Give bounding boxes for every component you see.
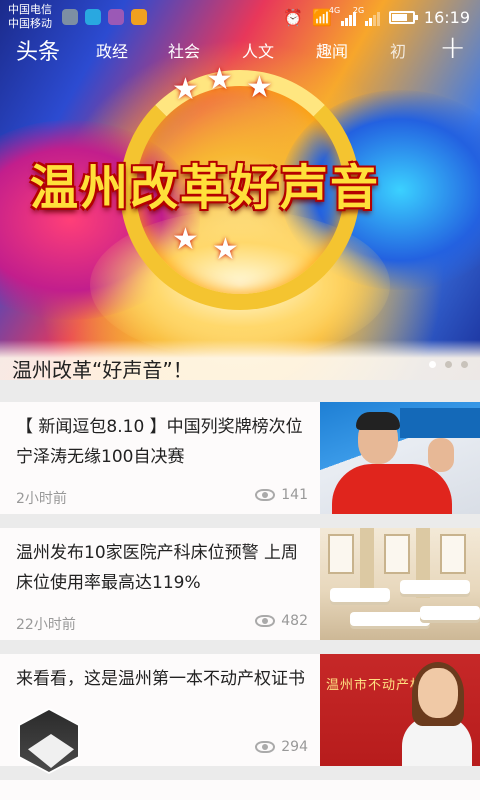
carrier-1: 中国电信 xyxy=(8,3,52,16)
signal-icon: 2G xyxy=(353,6,380,26)
thumb-window xyxy=(440,534,466,574)
carousel-dot xyxy=(445,361,452,368)
star-icon: ★ xyxy=(206,62,233,97)
tab-culture[interactable]: 人文 xyxy=(242,38,274,62)
view-count: 482 xyxy=(255,613,308,629)
view-count-value: 482 xyxy=(281,613,308,629)
thumb-face xyxy=(418,668,458,718)
view-count-value: 294 xyxy=(281,739,308,755)
news-time: 2小时前 xyxy=(16,491,67,507)
status-right: ⏰ 📶 4G 2G 16:19 xyxy=(283,5,470,28)
thumb-banner xyxy=(400,408,480,438)
thumb-bed xyxy=(420,606,480,620)
tab-headlines[interactable]: 头条 xyxy=(16,34,60,66)
news-card[interactable]: 【 新闻逗包8.10 】中国列奖牌榜次位 宁泽涛无缘100自决赛 2小时前 14… xyxy=(0,402,480,514)
eye-icon xyxy=(255,615,276,627)
notification-icons xyxy=(62,9,147,25)
star-icon: ★ xyxy=(212,232,239,267)
notification-app-icon xyxy=(131,9,147,25)
carrier-info: 中国电信 中国移动 xyxy=(8,3,52,31)
cube-icon xyxy=(28,734,74,768)
battery-icon xyxy=(388,11,418,24)
news-title: 温州发布10家医院产科床位预警 上周床位使用率最高达119% xyxy=(16,543,299,593)
thumb-window xyxy=(384,534,410,574)
view-count: 294 xyxy=(255,739,308,755)
eye-icon xyxy=(255,741,276,753)
network-type-2: 2G xyxy=(352,5,365,15)
carousel-indicator xyxy=(429,361,468,368)
carrier-2: 中国移动 xyxy=(8,17,52,30)
view-count-value: 141 xyxy=(281,487,308,503)
news-time: 22小时前 xyxy=(16,617,76,633)
clock: 16:19 xyxy=(423,8,470,27)
carousel-dot xyxy=(461,361,468,368)
thumb-hair xyxy=(356,412,400,430)
notification-app-icon xyxy=(62,9,78,25)
star-icon: ★ xyxy=(246,70,273,105)
thumb-bed xyxy=(330,588,390,602)
news-thumbnail: 温州市不动产权证书 xyxy=(320,654,480,766)
eye-icon xyxy=(255,489,276,501)
status-bar: 中国电信 中国移动 ⏰ 📶 4G 2G 16:19 xyxy=(0,0,480,34)
tab-fun-news[interactable]: 趣闻 xyxy=(316,38,348,62)
carousel-dot xyxy=(429,361,436,368)
notification-app-icon xyxy=(108,9,124,25)
thumb-bed xyxy=(350,612,430,626)
news-card[interactable]: 温州发布10家医院产科床位预警 上周床位使用率最高达119% 22小时前 482 xyxy=(0,528,480,640)
hexagon-icon xyxy=(20,710,78,772)
news-card-partial[interactable] xyxy=(0,780,480,800)
network-type-1: 4G xyxy=(328,5,341,15)
view-count: 141 xyxy=(255,487,308,503)
notification-app-icon xyxy=(85,9,101,25)
thumb-window xyxy=(328,534,354,574)
thumb-hand xyxy=(428,438,454,472)
tab-partial[interactable]: 初 xyxy=(390,38,406,62)
star-icon: ★ xyxy=(172,72,199,107)
tab-politics-economy[interactable]: 政经 xyxy=(96,38,128,62)
star-icon: ★ xyxy=(172,222,199,257)
banner-caption: 温州改革“好声音”！ xyxy=(12,358,193,380)
add-category-button[interactable]: + xyxy=(439,30,466,64)
alarm-icon: ⏰ xyxy=(283,8,303,27)
news-thumbnail xyxy=(320,528,480,640)
thumb-bed xyxy=(400,580,470,594)
news-title: 【 新闻逗包8.10 】中国列奖牌榜次位 宁泽涛无缘100自决赛 xyxy=(16,417,303,467)
tab-society[interactable]: 社会 xyxy=(168,38,200,62)
banner-title: 温州改革好声音 xyxy=(30,160,381,216)
news-thumbnail xyxy=(320,402,480,514)
thumb-shirt xyxy=(332,464,452,514)
news-title: 来看看，这是温州第一本不动产权证书 xyxy=(16,669,305,689)
category-nav: 头条 政经 社会 人文 趣闻 初 + xyxy=(0,30,480,66)
